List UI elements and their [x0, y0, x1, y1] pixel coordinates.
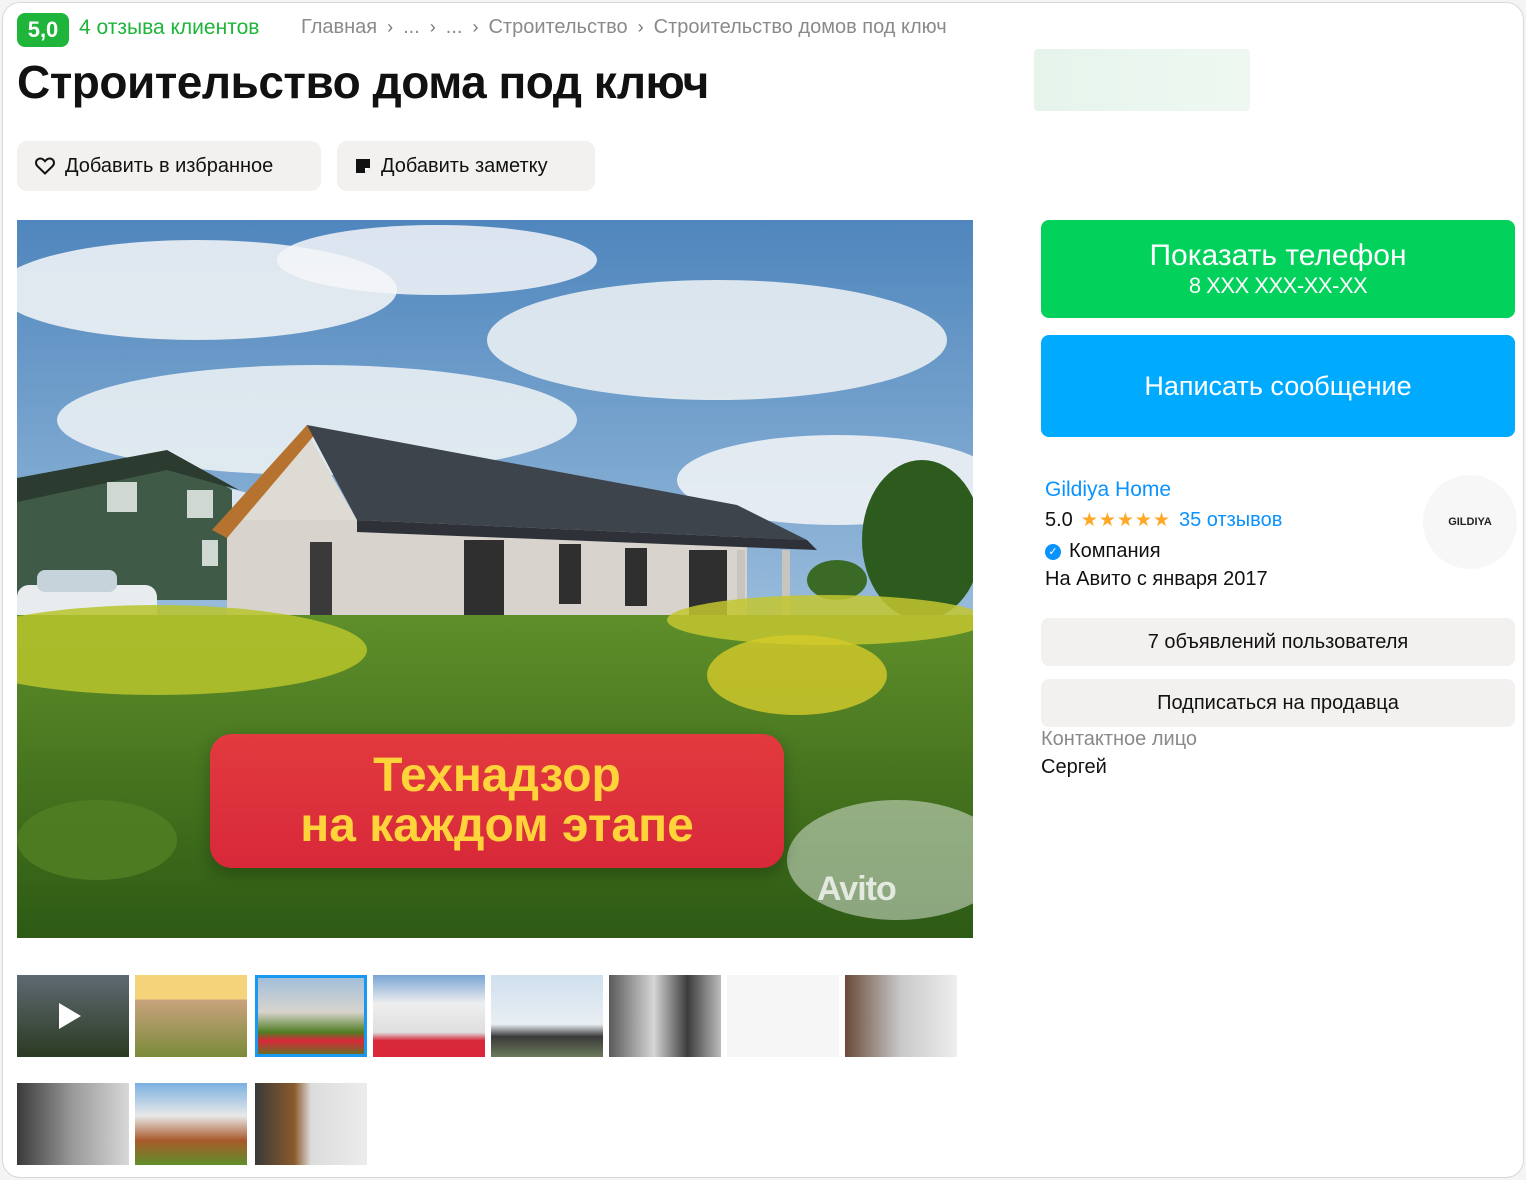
thumbnail-image[interactable]: [17, 1083, 129, 1165]
main-photo[interactable]: Технадзор на каждом этапе Avito: [17, 220, 973, 938]
subscribe-seller-button[interactable]: Подписаться на продавца: [1041, 679, 1515, 727]
seller-logo-text: GILDIYA: [1448, 516, 1492, 528]
thumbnail-video[interactable]: [17, 975, 129, 1057]
thumbnail-image[interactable]: [135, 1083, 247, 1165]
seller-rating-value: 5.0: [1045, 509, 1073, 531]
write-message-button[interactable]: Написать сообщение: [1041, 335, 1515, 437]
chevron-right-icon: ›: [472, 17, 479, 37]
add-note-button[interactable]: Добавить заметку: [337, 141, 595, 191]
seller-since: На Авито с января 2017: [1045, 568, 1268, 590]
chevron-right-icon: ›: [429, 17, 436, 37]
thumbnail-image[interactable]: [135, 975, 247, 1057]
chevron-right-icon: ›: [387, 17, 394, 37]
seller-reviews-link[interactable]: 35 отзывов: [1179, 509, 1282, 532]
seller-rating: 5.0 ★★★★★ 35 отзывов: [1045, 509, 1282, 532]
thumbnail-document[interactable]: [727, 975, 839, 1057]
rating-badge: 5,0: [17, 13, 69, 47]
phone-number-masked: 8 XXX XXX-XX-XX: [1188, 273, 1368, 298]
thumbnail-image[interactable]: [255, 1083, 367, 1165]
listing-page: 5,0 4 отзыва клиентов Главная › ... › ..…: [2, 2, 1524, 1178]
play-icon: [59, 1003, 81, 1029]
heart-icon: [35, 157, 55, 175]
breadcrumb: Главная › ... › ... › Строительство › Ст…: [301, 16, 947, 39]
breadcrumb-item-home[interactable]: Главная: [301, 16, 377, 39]
contact-person-name: Сергей: [1041, 756, 1107, 778]
chevron-right-icon: ›: [637, 17, 644, 37]
note-icon: [356, 159, 370, 173]
show-phone-button[interactable]: Показать телефон 8 XXX XXX-XX-XX: [1041, 220, 1515, 318]
breadcrumb-item[interactable]: ...: [446, 16, 463, 39]
note-label: Добавить заметку: [381, 154, 548, 177]
breadcrumb-item-construction[interactable]: Строительство: [488, 16, 627, 39]
add-to-favorites-button[interactable]: Добавить в избранное: [17, 141, 321, 191]
reviews-link[interactable]: 4 отзыва клиентов: [79, 16, 259, 40]
thumbnail-image[interactable]: [373, 975, 485, 1057]
thumbnail-image[interactable]: [845, 975, 957, 1057]
breadcrumb-item[interactable]: ...: [403, 16, 420, 39]
seller-type: ✓ Компания: [1045, 540, 1161, 563]
seller-logo[interactable]: GILDIYA: [1423, 475, 1517, 569]
banner-line-2: на каждом этапе: [300, 799, 694, 852]
contact-person-label: Контактное лицо: [1041, 728, 1198, 750]
user-ads-button[interactable]: 7 объявлений пользователя: [1041, 618, 1515, 666]
seller-type-label: Компания: [1069, 540, 1161, 562]
thumbnail-image[interactable]: [491, 975, 603, 1057]
ad-placeholder: [1034, 49, 1250, 111]
verified-icon: ✓: [1045, 543, 1061, 560]
banner-line-1: Технадзор: [373, 749, 621, 802]
favorite-label: Добавить в избранное: [65, 154, 274, 177]
thumbnail-image[interactable]: [609, 975, 721, 1057]
promo-banner: Технадзор на каждом этапе: [210, 734, 784, 868]
page-title: Строительство дома под ключ: [17, 56, 709, 108]
star-icon: ★★★★★: [1080, 510, 1171, 531]
seller-name-link[interactable]: Gildiya Home: [1045, 478, 1171, 502]
avito-watermark: Avito: [817, 870, 897, 908]
show-phone-label: Показать телефон: [1149, 239, 1407, 272]
breadcrumb-item-turnkey[interactable]: Строительство домов под ключ: [654, 16, 947, 39]
thumbnail-image-selected[interactable]: [255, 975, 367, 1057]
